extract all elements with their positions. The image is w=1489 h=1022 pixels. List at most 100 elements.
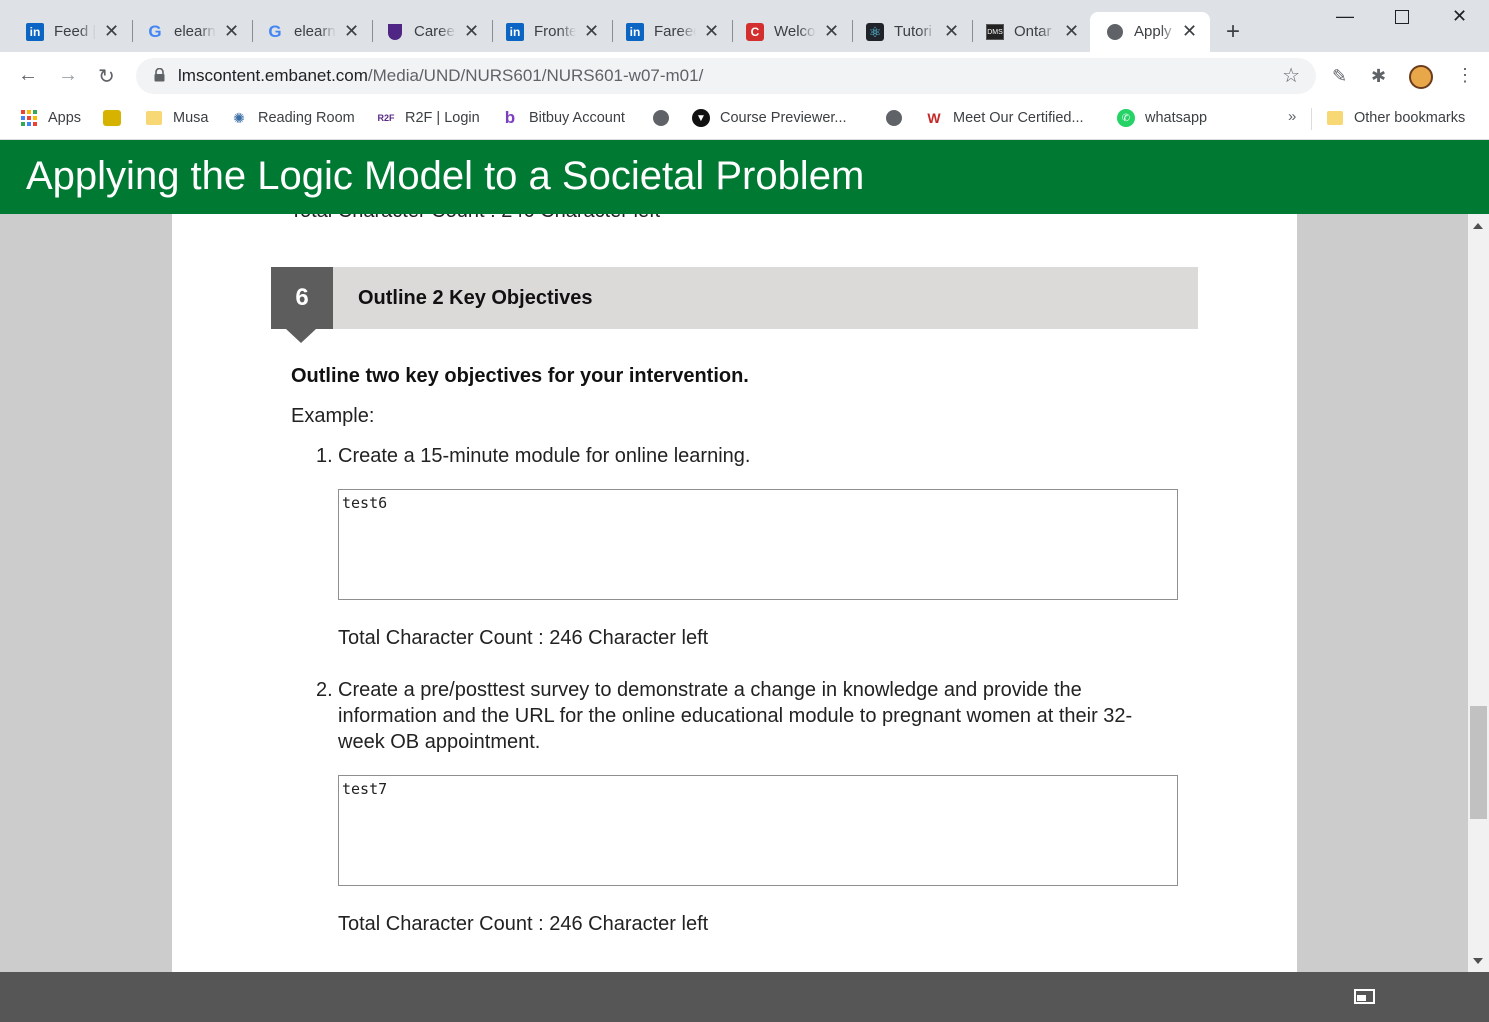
scrollbar-thumb[interactable] [1470,706,1487,819]
bookmark-whatsapp[interactable]: ✆ whatsapp [1117,108,1207,128]
close-tab-icon[interactable]: ✕ [224,22,239,40]
player-footer [0,972,1489,1022]
close-tab-icon[interactable]: ✕ [104,22,119,40]
bookmark-image[interactable] [103,108,131,128]
back-arrow-icon[interactable]: ← [18,64,38,87]
reading-room-icon: ✺ [233,109,245,126]
tab-title: Feed | [54,23,96,40]
new-tab-button[interactable]: + [1226,18,1240,46]
address-bar[interactable]: lmscontent.embanet.com/Media/UND/NURS601… [136,58,1316,94]
objective-text: Create a 15-minute module for online lea… [338,445,751,467]
tab-title: Apply [1134,23,1172,40]
tab-title: Fronte [534,23,576,40]
tab-title: Career [414,23,456,40]
folder-icon [145,109,163,127]
bookmark-label: Musa [173,110,209,126]
r2f-icon: R2F [377,113,395,123]
close-tab-icon[interactable]: ✕ [944,22,959,40]
bookmark-image-icon [103,109,121,127]
minimize-icon[interactable]: — [1336,6,1354,27]
tab-title: elearn [294,23,336,40]
bookmark-apps[interactable]: Apps [20,108,81,128]
linkedin-icon: in [506,23,524,41]
objective-1-answer-field[interactable]: test6 [338,489,1178,600]
maximize-icon[interactable] [1395,10,1409,24]
close-tab-icon[interactable]: ✕ [464,22,479,40]
extensions-puzzle-icon[interactable]: ✱ [1371,66,1386,87]
bookmark-label: Reading Room [258,110,355,126]
globe-icon [1106,23,1124,41]
objective-number: 2. [316,679,333,701]
char-count: Total Character Count : 246 Character le… [338,913,709,935]
bookmarks-separator [1311,108,1312,130]
activity-page: Total Character Count : 246 Character le… [172,214,1297,972]
tab-title: elearn [174,23,216,40]
bookmark-label: Course Previewer... [720,110,847,126]
eyedropper-extension-icon[interactable]: ✎ [1332,66,1347,87]
char-count: Total Character Count : 246 Character le… [338,627,709,649]
whatsapp-icon: ✆ [1117,109,1135,127]
close-tab-icon[interactable]: ✕ [824,22,839,40]
bookmark-folder-musa[interactable]: Musa [145,108,208,128]
scroll-down-arrow-icon[interactable] [1473,958,1483,964]
bookmark-meet-certified[interactable]: W Meet Our Certified... [925,108,1084,128]
bookmark-reading-room[interactable]: ✺ Reading Room [230,108,355,128]
course-header: Applying the Logic Model to a Societal P… [0,140,1489,214]
url-text[interactable]: lmscontent.embanet.com/Media/UND/NURS601… [178,66,703,86]
close-tab-icon[interactable]: ✕ [584,22,599,40]
tab-tutorial[interactable]: ⚛ Tutori ✕ [840,12,973,52]
close-tab-icon[interactable]: ✕ [344,22,359,40]
tab-ontario[interactable]: DMS Ontar ✕ [960,12,1092,52]
bookmark-r2f-login[interactable]: R2F R2F | Login [377,108,479,128]
tab-strip: in Feed | ✕ G elearn ✕ G elearn ✕ Career… [0,0,1489,52]
bookmark-globe-1[interactable] [652,108,680,128]
close-tab-icon[interactable]: ✕ [704,22,719,40]
vertical-scrollbar[interactable] [1468,214,1489,972]
bookmark-globe-2[interactable] [885,108,913,128]
folder-icon [1326,109,1344,127]
profile-avatar[interactable] [1409,65,1433,89]
western-university-icon [386,23,404,41]
objective-2-answer-field[interactable]: test7 [338,775,1178,886]
linkedin-icon: in [26,23,44,41]
forward-arrow-icon[interactable]: → [58,64,78,87]
bookmark-label: whatsapp [1145,110,1208,126]
step-pointer-arrow [286,329,316,343]
lock-icon[interactable] [154,68,165,82]
tab-fareed[interactable]: in Fareed ✕ [600,12,733,52]
scroll-up-arrow-icon[interactable] [1473,223,1483,229]
tab-career[interactable]: Career ✕ [360,12,493,52]
browser-menu-icon[interactable]: ⋮ [1456,65,1474,86]
close-tab-icon[interactable]: ✕ [1064,22,1079,40]
content-area: Total Character Count : 246 Character le… [0,214,1489,972]
tab-title: Fareed [654,23,696,40]
tab-title: Ontar [1014,23,1052,40]
linkedin-icon: in [626,23,644,41]
tab-title: Welco [774,23,816,40]
close-tab-icon[interactable]: ✕ [1182,22,1197,40]
globe-icon [885,109,903,127]
tab-frontend[interactable]: in Fronte ✕ [480,12,613,52]
tab-feed[interactable]: in Feed | ✕ [0,12,133,52]
tab-elearn-2[interactable]: G elearn ✕ [240,12,373,52]
picture-in-picture-icon[interactable] [1354,989,1375,1004]
tab-apply-active[interactable]: Apply ✕ [1090,12,1210,52]
bookmark-bitbuy[interactable]: b Bitbuy Account [501,108,625,128]
other-bookmarks[interactable]: Other bookmarks [1326,108,1465,128]
bookmark-label: Meet Our Certified... [953,110,1084,126]
bookmark-star-icon[interactable]: ☆ [1282,63,1300,88]
objective-text: Create a pre/posttest survey to demonstr… [338,679,1133,753]
instruction-text: Outline two key objectives for your inte… [291,365,749,387]
reload-icon[interactable]: ↻ [98,64,115,89]
bookmark-label: Other bookmarks [1354,110,1466,126]
example-label: Example: [291,405,375,427]
close-window-icon[interactable]: ✕ [1452,6,1467,27]
previous-char-count: Total Character Count : 246 Character le… [290,214,660,223]
bookmarks-overflow-chevron[interactable]: » [1288,108,1296,125]
tab-elearn-1[interactable]: G elearn ✕ [120,12,253,52]
bookmark-course-previewer[interactable]: ▼ Course Previewer... [692,108,847,128]
tab-welcome[interactable]: C Welco ✕ [720,12,853,52]
certified-icon: W [927,110,941,126]
apps-grid-icon [20,109,38,127]
url-path: /Media/UND/NURS601/NURS601-w07-m01/ [367,66,704,85]
